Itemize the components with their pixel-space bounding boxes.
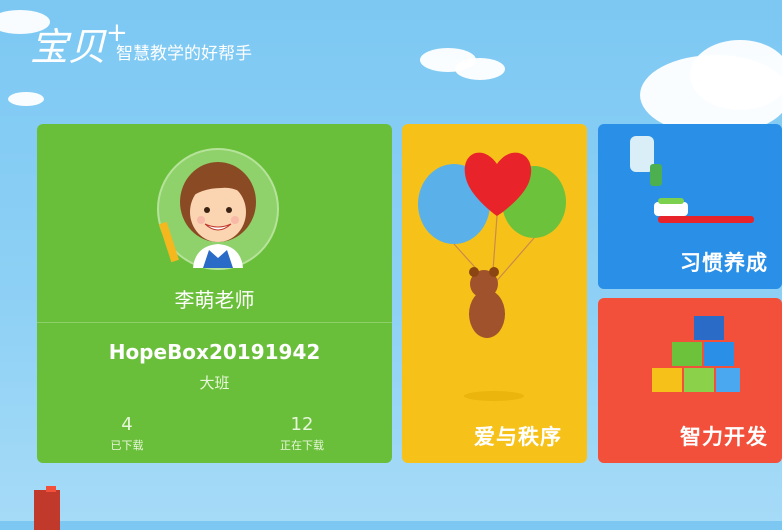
house-flag xyxy=(46,486,56,492)
profile-divider xyxy=(37,322,392,323)
balloon-bear-illustration xyxy=(418,152,566,401)
downloaded-count: 4 xyxy=(121,414,133,435)
brand-header: 宝贝 + 智慧教学的好帮手 xyxy=(30,18,253,69)
app-logo: 宝贝 + xyxy=(30,18,128,69)
module-intelligence-label: 智力开发 xyxy=(680,425,768,449)
teacher-name: 李萌老师 xyxy=(174,288,255,312)
module-intelligence[interactable]: 智力开发 xyxy=(598,298,782,463)
app-logo-text: 宝贝 xyxy=(30,25,107,69)
app-logo-plus: + xyxy=(106,18,128,48)
app-slogan: 智慧教学的好帮手 xyxy=(116,44,253,64)
cloud-small-left xyxy=(8,92,44,106)
blocks-illustration xyxy=(652,316,740,392)
teacher-profile-card[interactable]: 李萌老师 HopeBox20191942 大班 4 已下载 12 正在下载 xyxy=(37,124,392,463)
teacher-avatar-illustration xyxy=(159,162,256,268)
downloading-label: 正在下载 xyxy=(280,439,324,452)
toothbrush-illustration xyxy=(630,136,754,223)
cloud-middle-2 xyxy=(455,58,505,80)
downloading-count: 12 xyxy=(290,414,314,435)
module-love-order-label: 爱与秩序 xyxy=(474,425,562,449)
module-habit-formation[interactable]: 习惯养成 xyxy=(598,124,782,289)
house-decoration xyxy=(34,490,60,530)
cloud-right-2 xyxy=(690,40,782,110)
account-id: HopeBox20191942 xyxy=(108,340,321,364)
teacher-avatar[interactable] xyxy=(157,148,279,270)
class-name: 大班 xyxy=(199,374,230,392)
downloaded-label: 已下载 xyxy=(110,439,144,452)
module-love-order[interactable]: 爱与秩序 xyxy=(402,124,587,463)
module-habit-formation-label: 习惯养成 xyxy=(680,251,768,275)
downloading-stat[interactable]: 12 正在下载 xyxy=(252,414,352,453)
downloaded-stat[interactable]: 4 已下载 xyxy=(77,414,177,453)
